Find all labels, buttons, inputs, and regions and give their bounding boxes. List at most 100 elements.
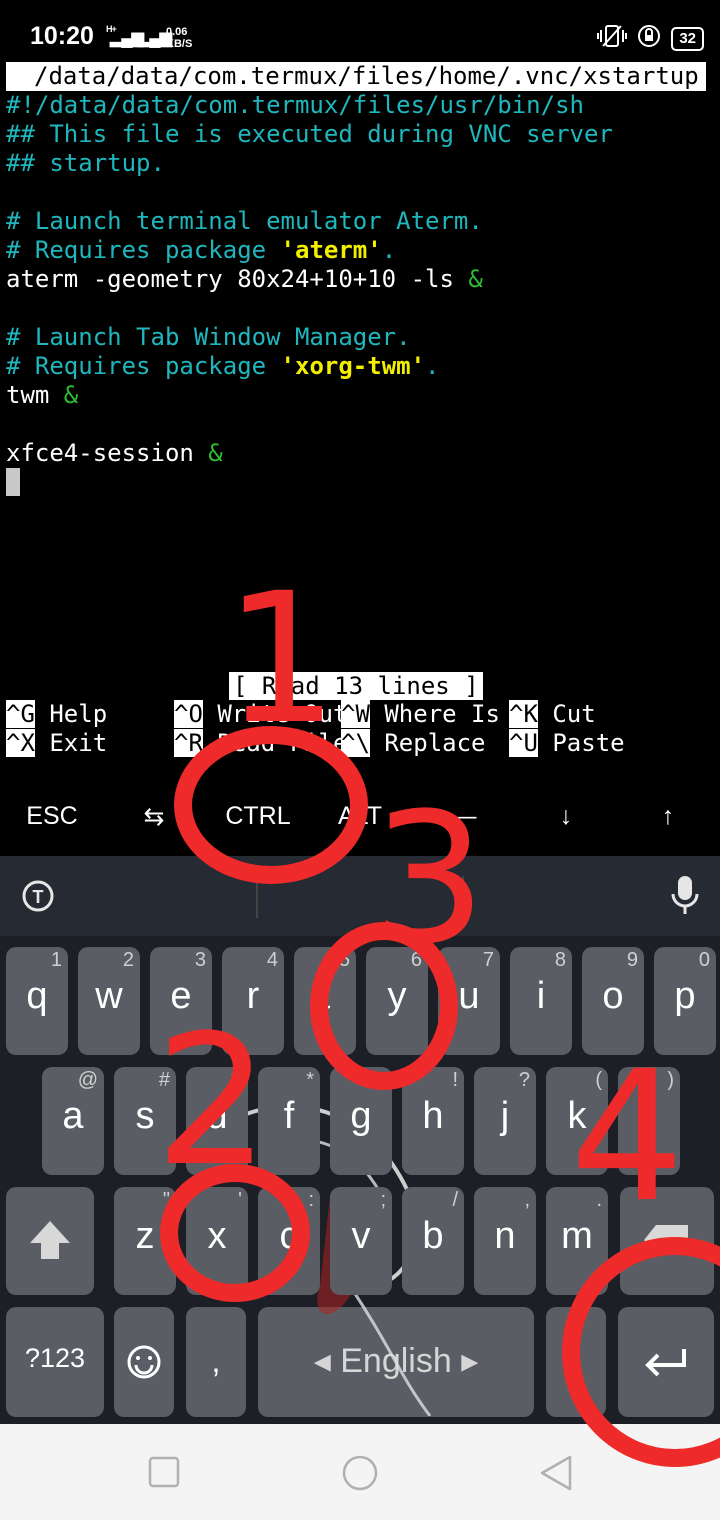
key-m[interactable]: .m [546,1187,608,1295]
svg-text:T: T [33,887,44,907]
code-comment: . [381,236,397,264]
recent-apps-icon[interactable] [148,1456,180,1493]
key-hint: " [162,1189,170,1211]
key-y[interactable]: 6y [366,947,428,1055]
backspace-key[interactable] [620,1187,714,1295]
key-b[interactable]: / b [402,1187,464,1295]
key-hint: ' [238,1189,242,1211]
code-line: xfce4-session & [6,439,223,468]
key-t[interactable]: 5t [294,947,356,1055]
shortcut-help: ^G Help [6,700,108,728]
key-label: u [458,975,480,1017]
code-comment: . [425,352,440,380]
key-hint: . [596,1189,602,1211]
key-l[interactable]: ) l [618,1067,680,1175]
nano-title-bar: /data/data/com.termux/files/home/.vnc/xs… [6,62,706,91]
alt-key[interactable]: ALT [310,802,410,831]
key-label: l [644,1095,654,1137]
key-f[interactable]: * f [258,1067,320,1175]
period-key[interactable]: . [546,1307,606,1417]
termux-extra-keys: ESC ⇆ CTRL ALT — ↓ ↑ [0,782,720,856]
key-label: o [602,975,624,1017]
battery-indicator: 32 [671,26,704,51]
key-n[interactable]: ,n [474,1187,536,1295]
tab-key[interactable]: ⇆ [104,802,204,832]
status-bar: 10:20 H+ ▂▄▆ ▂▄▆ 0.06 KB/S 32 [0,0,720,62]
key-hint: - [379,1069,386,1091]
symbols-key[interactable]: ?123 [6,1307,104,1417]
code-string: 'xorg-twm' [280,352,426,380]
emoji-key[interactable] [114,1307,174,1417]
key-label: d [206,1095,228,1137]
shift-icon [26,1217,74,1268]
key-v[interactable]: ; v [330,1187,392,1295]
key-label: i [536,975,546,1017]
code-string: 'aterm' [280,236,382,264]
key-a[interactable]: @ a [42,1067,104,1175]
code-line: #!/data/data/com.termux/files/usr/bin/sh [6,91,584,119]
key-hint: , [524,1189,530,1211]
code-line: # Launch terminal emulator Aterm. [6,207,483,235]
key-r[interactable]: 4r [222,947,284,1055]
key-label: q [26,975,48,1017]
back-icon[interactable] [538,1454,574,1497]
esc-key[interactable]: ESC [2,802,102,831]
key-hint: : [308,1189,314,1211]
key-label: f [283,1095,295,1137]
key-x[interactable]: ' x [186,1187,248,1295]
soft-keyboard: T ?123 , ◂ English ▸ . 1 q 2 w 3 e 4 r 5… [0,856,720,1424]
key-q[interactable]: 1q [6,947,68,1055]
home-icon[interactable] [341,1454,379,1497]
key-e[interactable]: 3e [150,947,212,1055]
key-hint: ; [380,1189,386,1211]
emoji-icon [127,1345,161,1384]
key-c[interactable]: :c [258,1187,320,1295]
enter-key[interactable] [618,1307,714,1417]
key-s[interactable]: # s [114,1067,176,1175]
key-hint: 2 [122,949,134,971]
key-label: m [561,1215,593,1257]
key-j[interactable]: ? j [474,1067,536,1175]
key-u[interactable]: 7u [438,947,500,1055]
translate-icon[interactable]: T [20,876,56,921]
key-p[interactable]: 0p [654,947,716,1055]
navigation-bar [0,1424,720,1520]
code-command: aterm -geometry 80x24+10+10 -ls [6,265,469,293]
key-z[interactable]: " z [114,1187,176,1295]
key-w[interactable]: 2w [78,947,140,1055]
code-comment: # Requires package [6,236,281,264]
key-label: n [494,1215,516,1257]
key-hint: 6 [410,949,422,971]
vibrate-icon [597,24,628,53]
up-arrow-key[interactable]: ↑ [618,802,718,831]
code-command: twm [6,381,64,409]
key-label: x [207,1215,227,1257]
key-label: g [350,1095,372,1137]
code-operator: & [468,265,483,293]
key-label: p [674,975,696,1017]
shift-key[interactable] [6,1187,94,1295]
code-comment: # Requires package [6,352,281,380]
key-k[interactable]: (k [546,1067,608,1175]
down-arrow-key[interactable]: ↓ [516,802,616,831]
key-g[interactable]: -g [330,1067,392,1175]
key-o[interactable]: 9o [582,947,644,1055]
key-label: h [422,1095,444,1137]
key-hint: 9 [626,949,638,971]
dash-key[interactable]: — [414,802,514,831]
backspace-icon [642,1223,690,1262]
code-line: # Requires package 'xorg-twm'. [6,352,440,381]
ctrl-key[interactable]: CTRL [208,802,308,831]
key-h[interactable]: ! h [402,1067,464,1175]
microphone-icon[interactable] [670,874,700,923]
shortcut-paste: ^U Paste [509,729,625,757]
key-d[interactable]: $ d [186,1067,248,1175]
terminal-view[interactable]: /data/data/com.termux/files/home/.vnc/xs… [0,62,720,782]
key-hint: ! [452,1069,458,1091]
enter-icon [644,1347,688,1384]
key-label: s [135,1095,155,1137]
key-i[interactable]: 8i [510,947,572,1055]
key-label: k [567,1095,587,1137]
divider [462,876,464,918]
key-label: t [319,975,331,1017]
